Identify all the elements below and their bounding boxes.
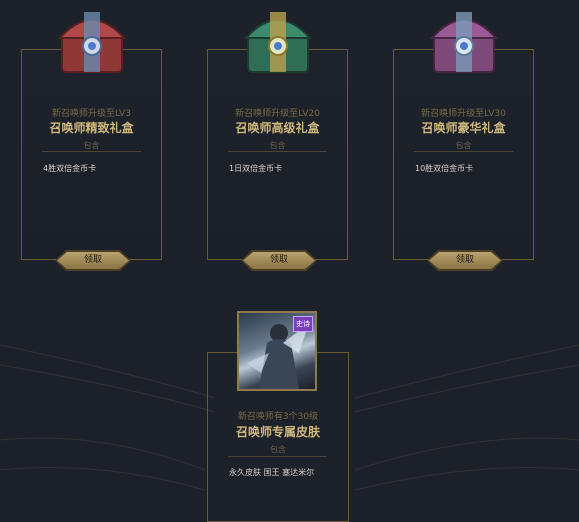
- includes-label: 包含: [83, 141, 100, 150]
- claim-button[interactable]: 领取: [243, 252, 315, 269]
- card-subtitle: 新召唤师升级至LV30: [421, 109, 506, 119]
- skin-portrait: 史诗: [237, 311, 317, 391]
- divider: [228, 151, 327, 152]
- divider: [414, 151, 513, 152]
- skin-title: 召唤师专属皮肤: [235, 425, 320, 439]
- claim-button[interactable]: 领取: [429, 252, 501, 269]
- includes-label: 包含: [269, 141, 286, 150]
- card-subtitle: 新召唤师升级至LV3: [52, 109, 131, 119]
- claim-button[interactable]: 领取: [57, 252, 129, 269]
- skin-subtitle: 新召唤师有3个30级: [237, 412, 319, 422]
- card-title: 召唤师豪华礼盒: [421, 121, 506, 135]
- card-title: 召唤师精致礼盒: [49, 121, 134, 135]
- red-chest-icon: [57, 12, 127, 73]
- green-chest-icon: [243, 12, 313, 73]
- gift-card-lv20: [207, 49, 348, 260]
- reward-item: 4胜双倍金币卡: [43, 164, 97, 173]
- divider: [42, 151, 141, 152]
- includes-label: 包含: [455, 141, 472, 150]
- purple-chest-icon: [429, 12, 499, 73]
- divider: [228, 456, 327, 457]
- reward-item: 10胜双倍金币卡: [415, 164, 474, 173]
- card-subtitle: 新召唤师升级至LV20: [235, 109, 320, 119]
- gift-card-lv3: [21, 49, 162, 260]
- includes-label: 包含: [270, 445, 286, 454]
- reward-item: 1日双倍金币卡: [229, 164, 283, 173]
- card-title: 召唤师高级礼盒: [235, 121, 320, 135]
- reward-item: 永久皮肤 国王 塞达米尔: [229, 468, 315, 477]
- epic-badge: 史诗: [293, 316, 313, 332]
- gift-card-lv30: [393, 49, 534, 260]
